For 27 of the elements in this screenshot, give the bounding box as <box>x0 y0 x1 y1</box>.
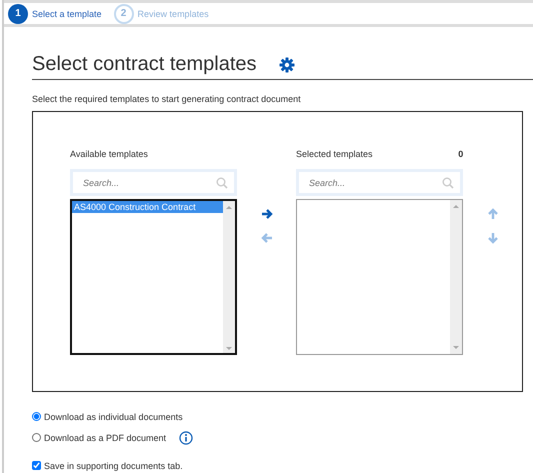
search-field[interactable]: Search... <box>70 169 238 196</box>
search-input[interactable]: Search... <box>83 178 216 188</box>
page-title: Select contract templates <box>32 53 257 76</box>
step-label[interactable]: Review templates <box>138 8 209 18</box>
list-label: Selected templates <box>296 149 373 161</box>
search-icon <box>216 176 228 188</box>
description-text: Select the required templates to start generating contract document <box>32 94 302 104</box>
step-number: 1 <box>8 4 28 24</box>
scrollbar[interactable] <box>223 201 236 353</box>
search-icon <box>442 176 454 188</box>
list-label: Available templates <box>70 149 148 161</box>
option-label: Download as individual documents <box>44 412 183 422</box>
step-number: 2 <box>114 4 134 24</box>
right-arrow-button[interactable] <box>260 207 274 221</box>
list-item[interactable]: AS4000 Construction Contract <box>72 201 224 213</box>
scrollbar[interactable] <box>450 200 462 354</box>
option-label: Save in supporting documents tab. <box>44 460 183 470</box>
step-label[interactable]: Select a template <box>32 8 102 18</box>
search-field[interactable]: Search... <box>296 169 464 196</box>
radio-button[interactable] <box>32 412 41 421</box>
info-icon[interactable] <box>179 430 194 444</box>
count-label: 0 <box>458 149 464 161</box>
settings-icon[interactable] <box>278 56 295 72</box>
radio-button[interactable] <box>32 433 41 442</box>
checkbox[interactable] <box>32 461 41 470</box>
option-label: Download as a PDF document <box>44 432 166 442</box>
search-input[interactable]: Search... <box>309 178 442 188</box>
